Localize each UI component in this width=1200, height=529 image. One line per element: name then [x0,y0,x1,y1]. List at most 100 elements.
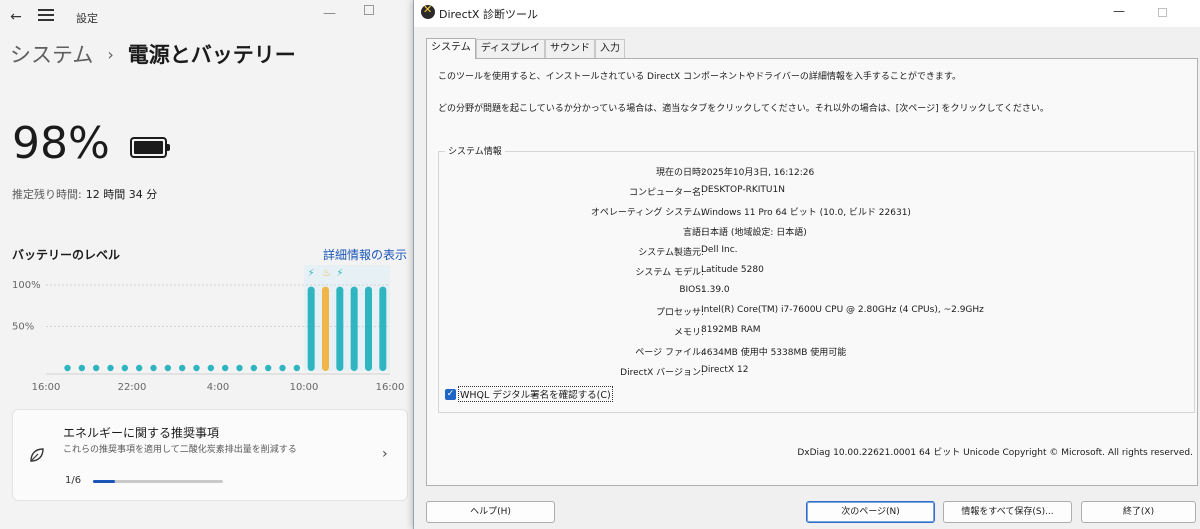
page-title: 電源とバッテリー [127,43,296,67]
battery-level-bar [336,286,344,371]
chevron-right-icon[interactable]: › [382,446,388,462]
minimize-icon[interactable]: — [323,6,336,21]
battery-empty-dot [293,364,301,372]
x-tick-label: 22:00 [118,382,147,393]
battery-empty-dot [250,364,258,372]
info-value: Latitude 5280 [701,265,764,275]
info-row-manufacturer: システム製造元: Dell Inc. [439,242,1194,262]
breadcrumb-system-link[interactable]: システム [10,39,93,69]
chevron-right-icon: › [107,44,114,64]
info-value: 2025年10月3日, 16:12:26 [701,168,815,178]
info-value: 8192MB RAM [701,325,761,335]
battery-empty-dot [207,364,215,372]
battery-level-bar [379,286,387,371]
settings-app-title: 設定 [76,12,98,25]
info-value: 4634MB 使用中 5338MB 使用可能 [701,348,847,358]
recommendations-subtitle: これらの推奨事項を適用して二酸化炭素排出量を削減する [63,445,297,455]
battery-percentage: 98% [12,118,110,169]
info-row-computer-name: コンピューター名: DESKTOP-RKITU1N [439,182,1194,202]
remaining-time: 推定残り時間: 12 時間 34 分 [12,186,157,202]
system-info-rows: 現在の日時: 2025年10月3日, 16:12:26 コンピューター名: DESK… [439,162,1194,382]
maximize-icon[interactable] [364,5,374,15]
dxdiag-titlebar: DirectX 診断ツール — [414,0,1200,27]
energy-recommendations-card[interactable]: エネルギーに関する推奨事項 これらの推奨事項を適用して二酸化炭素排出量を削減する… [12,409,408,501]
info-label: DirectX バージョン: [620,368,704,378]
battery-empty-dot [92,364,100,372]
minimize-icon[interactable]: — [1113,4,1125,18]
battery-level-bar [307,286,315,371]
battery-level-title: バッテリーのレベル [12,248,121,262]
info-value: DirectX 12 [701,365,749,375]
battery-empty-dot [193,364,200,372]
battery-empty-dot [178,364,186,372]
recommendations-title: エネルギーに関する推奨事項 [63,426,220,440]
battery-empty-dot [78,364,86,372]
system-info-group: システム情報 現在の日時: 2025年10月3日, 16:12:26 コンピュータ… [438,144,1195,413]
info-row-memory: メモリ: 8192MB RAM [439,322,1194,342]
remaining-time-label: 推定残り時間: [12,188,82,201]
info-label: コンピューター名: [628,188,704,198]
info-value: 1.39.0 [701,285,730,295]
x-tick-label: 16:00 [376,382,405,393]
breadcrumb: システム › 電源とバッテリー [10,38,296,70]
info-row-datetime: 現在の日時: 2025年10月3日, 16:12:26 [439,162,1194,182]
back-arrow-icon[interactable]: ← [6,8,26,26]
remaining-time-value: 12 時間 34 分 [85,188,158,201]
settings-titlebar: ← 設定 — [0,0,412,34]
info-row-processor: プロセッサ: Intel(R) Core(TM) i7-7600U CPU @ 2… [439,302,1194,322]
whql-checkbox[interactable]: ✓ [445,388,456,400]
dxdiag-tab-bar: システム ディスプレイ サウンド 入力 [426,38,626,59]
tab-display[interactable]: ディスプレイ [475,39,546,59]
maximize-icon[interactable] [1158,8,1167,17]
exit-button[interactable]: 終了(X) [1081,501,1196,523]
info-row-page-file: ページ ファイル: 4634MB 使用中 5338MB 使用可能 [439,342,1194,362]
system-info-group-label: システム情報 [445,144,505,157]
battery-level-bar [365,286,372,371]
help-button[interactable]: ヘルプ(H) [426,501,555,523]
dxdiag-window: DirectX 診断ツール — システム ディスプレイ サウンド 入力 このツー… [413,0,1200,529]
info-label: オペレーティング システム: [590,208,704,218]
x-tick-label: 4:00 [207,382,229,393]
info-label: プロセッサ: [655,308,704,318]
hamburger-menu-icon[interactable] [38,9,54,23]
battery-empty-dot [236,364,243,372]
info-value: 日本語 (地域設定: 日本語) [701,228,807,238]
charging-icon: ⚡ [336,268,343,279]
info-label: 現在の日時: [655,168,704,178]
whql-checkbox-label[interactable]: WHQL デジタル署名を確認する(C) [458,386,613,402]
info-label: システム モデル: [635,268,704,278]
battery-icon [130,137,170,158]
recommendations-progress-fill [93,480,115,483]
active-period-highlight [304,265,390,371]
leaf-icon [30,448,44,462]
battery-empty-dot [221,364,229,372]
directx-app-icon [421,3,435,19]
tab-input[interactable]: 入力 [595,39,626,59]
info-row-os: オペレーティング システム: Windows 11 Pro 64 ビット (10.… [439,202,1194,222]
battery-level-bar [322,286,329,371]
info-row-model: システム モデル: Latitude 5280 [439,262,1194,282]
battery-empty-dot [279,364,286,372]
recommendations-progress-text: 1/6 [65,475,82,486]
intro-text: このツールを使用すると、インストールされている DirectX コンポーネントや… [438,72,961,82]
info-value: Intel(R) Core(TM) i7-7600U CPU @ 2.80GHz… [701,305,984,315]
next-page-button[interactable]: 次のページ(N) [806,501,935,523]
x-tick-label: 10:00 [290,382,319,393]
save-all-info-button[interactable]: 情報をすべて保存(S)... [943,501,1072,523]
dxdiag-window-title: DirectX 診断ツール [439,8,538,21]
instruction-text: どの分野が問題を起こしているか分かっている場合は、適当なタブをクリックしてくださ… [438,104,1049,114]
show-details-link[interactable]: 詳細情報の表示 [323,246,407,263]
tab-sound[interactable]: サウンド [545,39,596,59]
charging-icon: ⚡ [308,268,315,279]
info-value: DESKTOP-RKITU1N [701,185,785,195]
battery-saver-icon: ♨ [322,268,331,279]
info-label: メモリ: [673,328,704,338]
battery-empty-dot [135,364,143,372]
battery-empty-dot [64,364,71,372]
settings-window: ← 設定 — システム › 電源とバッテリー 98% 推定残り時間: 12 時間 … [0,0,412,529]
recommendations-progress-bar [93,480,223,483]
tab-system[interactable]: システム [426,38,476,59]
whql-check-option[interactable]: ✓ WHQL デジタル署名を確認する(C) [445,386,613,402]
info-label: システム製造元: [638,248,704,258]
battery-empty-dot [164,364,172,372]
